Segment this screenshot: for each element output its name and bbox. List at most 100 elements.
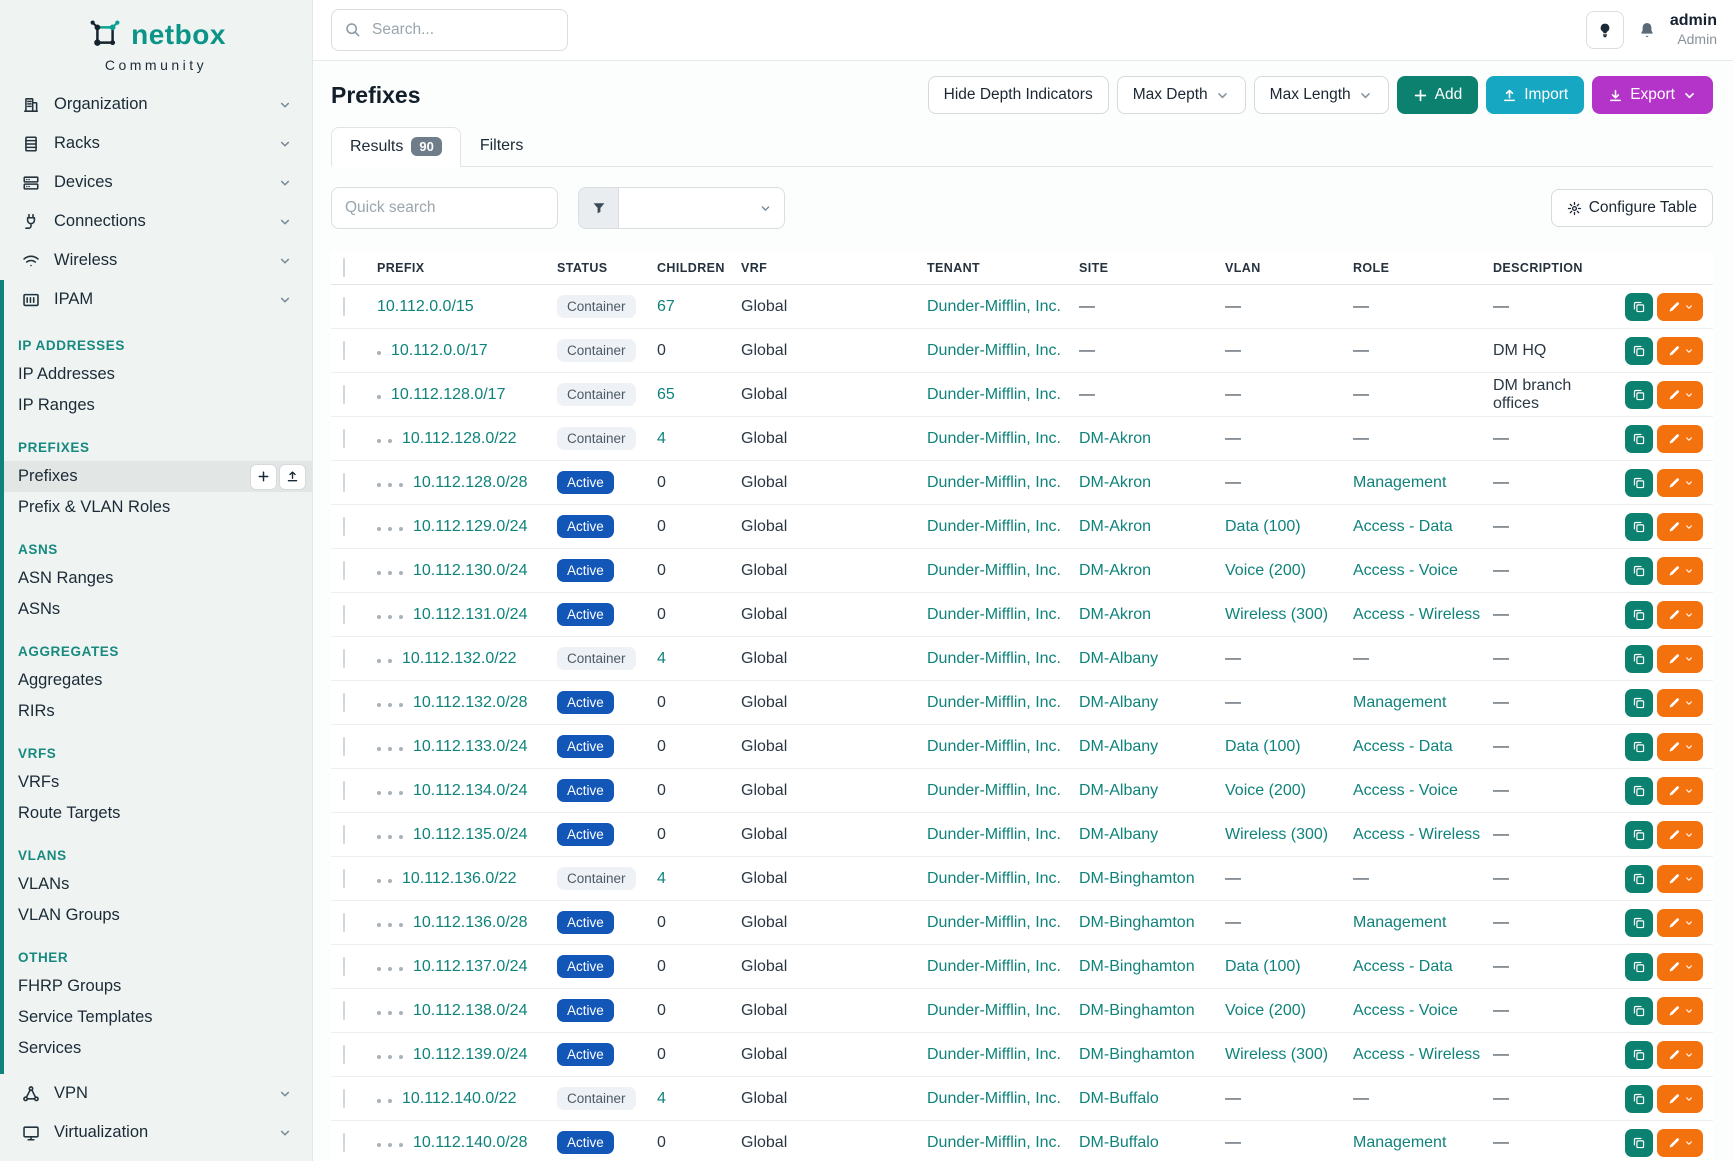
copy-button[interactable] (1625, 1041, 1653, 1069)
prefix-link[interactable]: 10.112.135.0/24 (413, 826, 527, 843)
sidebar-item-fhrp-groups[interactable]: FHRP Groups (0, 971, 312, 1002)
role-link[interactable]: Access - Data (1353, 518, 1453, 535)
edit-button[interactable] (1657, 557, 1703, 585)
row-checkbox[interactable] (343, 605, 345, 624)
tenant-link[interactable]: Dunder-Mifflin, Inc. (927, 430, 1061, 447)
site-link[interactable]: DM-Akron (1079, 430, 1151, 447)
tenant-link[interactable]: Dunder-Mifflin, Inc. (927, 474, 1061, 491)
row-checkbox[interactable] (343, 737, 345, 756)
edit-button[interactable] (1657, 645, 1703, 673)
copy-button[interactable] (1625, 425, 1653, 453)
hide-depth-indicators-button[interactable]: Hide Depth Indicators (928, 76, 1109, 114)
import-button[interactable]: Import (1486, 76, 1584, 114)
copy-button[interactable] (1625, 1085, 1653, 1113)
row-checkbox[interactable] (343, 913, 345, 932)
sidebar-item-racks[interactable]: Racks (0, 124, 312, 163)
role-link[interactable]: Management (1353, 914, 1446, 931)
row-checkbox[interactable] (343, 1045, 345, 1064)
tenant-link[interactable]: Dunder-Mifflin, Inc. (927, 782, 1061, 799)
role-link[interactable]: Access - Wireless (1353, 606, 1480, 623)
site-link[interactable]: DM-Akron (1079, 518, 1151, 535)
copy-button[interactable] (1625, 909, 1653, 937)
prefix-link[interactable]: 10.112.128.0/28 (413, 474, 527, 491)
upload-button[interactable] (279, 464, 306, 490)
prefix-link[interactable]: 10.112.140.0/28 (413, 1134, 527, 1151)
prefix-link[interactable]: 10.112.138.0/24 (413, 1002, 527, 1019)
prefix-link[interactable]: 10.112.139.0/24 (413, 1046, 527, 1063)
role-link[interactable]: Management (1353, 694, 1446, 711)
vlan-link[interactable]: Voice (200) (1225, 562, 1306, 579)
quick-search-input[interactable] (331, 187, 558, 229)
role-link[interactable]: Access - Voice (1353, 782, 1458, 799)
site-link[interactable]: DM-Albany (1079, 650, 1158, 667)
copy-button[interactable] (1625, 953, 1653, 981)
copy-button[interactable] (1625, 865, 1653, 893)
sidebar-item-route-targets[interactable]: Route Targets (0, 798, 312, 829)
saved-filter-select[interactable] (618, 187, 785, 229)
row-checkbox[interactable] (343, 561, 345, 580)
vlan-link[interactable]: Data (100) (1225, 738, 1301, 755)
prefix-link[interactable]: 10.112.133.0/24 (413, 738, 527, 755)
column-header-vlan[interactable]: VLAN (1225, 261, 1353, 275)
sidebar-item-asns[interactable]: ASNs (0, 594, 312, 625)
edit-button[interactable] (1657, 821, 1703, 849)
edit-button[interactable] (1657, 733, 1703, 761)
site-link[interactable]: DM-Buffalo (1079, 1134, 1159, 1151)
children-count-link[interactable]: 4 (657, 1090, 666, 1107)
select-all-checkbox[interactable] (343, 258, 345, 277)
column-header-site[interactable]: SITE (1079, 261, 1225, 275)
sidebar-item-ipam[interactable]: IPAM (0, 280, 312, 319)
site-link[interactable]: DM-Buffalo (1079, 1090, 1159, 1107)
copy-button[interactable] (1625, 1129, 1653, 1157)
column-header-role[interactable]: ROLE (1353, 261, 1493, 275)
copy-button[interactable] (1625, 513, 1653, 541)
tenant-link[interactable]: Dunder-Mifflin, Inc. (927, 870, 1061, 887)
role-link[interactable]: Access - Wireless (1353, 1046, 1480, 1063)
edit-button[interactable] (1657, 381, 1703, 409)
prefix-link[interactable]: 10.112.132.0/22 (402, 650, 516, 667)
edit-button[interactable] (1657, 865, 1703, 893)
edit-button[interactable] (1657, 777, 1703, 805)
tenant-link[interactable]: Dunder-Mifflin, Inc. (927, 518, 1061, 535)
prefix-link[interactable]: 10.112.128.0/22 (402, 430, 516, 447)
prefix-link[interactable]: 10.112.132.0/28 (413, 694, 527, 711)
site-link[interactable]: DM-Binghamton (1079, 958, 1195, 975)
site-link[interactable]: DM-Akron (1079, 562, 1151, 579)
row-checkbox[interactable] (343, 781, 345, 800)
role-link[interactable]: Access - Wireless (1353, 826, 1480, 843)
sidebar-item-vpn[interactable]: VPN (0, 1074, 312, 1113)
tenant-link[interactable]: Dunder-Mifflin, Inc. (927, 650, 1061, 667)
tenant-link[interactable]: Dunder-Mifflin, Inc. (927, 738, 1061, 755)
site-link[interactable]: DM-Albany (1079, 782, 1158, 799)
edit-button[interactable] (1657, 953, 1703, 981)
user-menu[interactable]: admin Admin (1670, 11, 1717, 49)
global-search-input[interactable] (331, 9, 568, 51)
role-link[interactable]: Access - Voice (1353, 562, 1458, 579)
row-checkbox[interactable] (343, 385, 345, 404)
sidebar-item-vrfs[interactable]: VRFs (0, 767, 312, 798)
copy-button[interactable] (1625, 733, 1653, 761)
sidebar-item-virtualization[interactable]: Virtualization (0, 1113, 312, 1152)
vlan-link[interactable]: Wireless (300) (1225, 606, 1328, 623)
site-link[interactable]: DM-Binghamton (1079, 1046, 1195, 1063)
sidebar-item-vlan-groups[interactable]: VLAN Groups (0, 900, 312, 931)
site-link[interactable]: DM-Binghamton (1079, 914, 1195, 931)
prefix-link[interactable]: 10.112.129.0/24 (413, 518, 527, 535)
edit-button[interactable] (1657, 425, 1703, 453)
sidebar-item-organization[interactable]: Organization (0, 85, 312, 124)
row-checkbox[interactable] (343, 869, 345, 888)
prefix-link[interactable]: 10.112.137.0/24 (413, 958, 527, 975)
tenant-link[interactable]: Dunder-Mifflin, Inc. (927, 1090, 1061, 1107)
copy-button[interactable] (1625, 337, 1653, 365)
prefix-link[interactable]: 10.112.131.0/24 (413, 606, 527, 623)
row-checkbox[interactable] (343, 825, 345, 844)
column-header-prefix[interactable]: PREFIX (377, 261, 557, 275)
copy-button[interactable] (1625, 557, 1653, 585)
copy-button[interactable] (1625, 645, 1653, 673)
sidebar-item-vlans[interactable]: VLANs (0, 869, 312, 900)
column-header-vrf[interactable]: VRF (741, 261, 927, 275)
copy-button[interactable] (1625, 777, 1653, 805)
max-depth-button[interactable]: Max Depth (1117, 76, 1246, 114)
children-count-link[interactable]: 4 (657, 870, 666, 887)
tenant-link[interactable]: Dunder-Mifflin, Inc. (927, 1002, 1061, 1019)
